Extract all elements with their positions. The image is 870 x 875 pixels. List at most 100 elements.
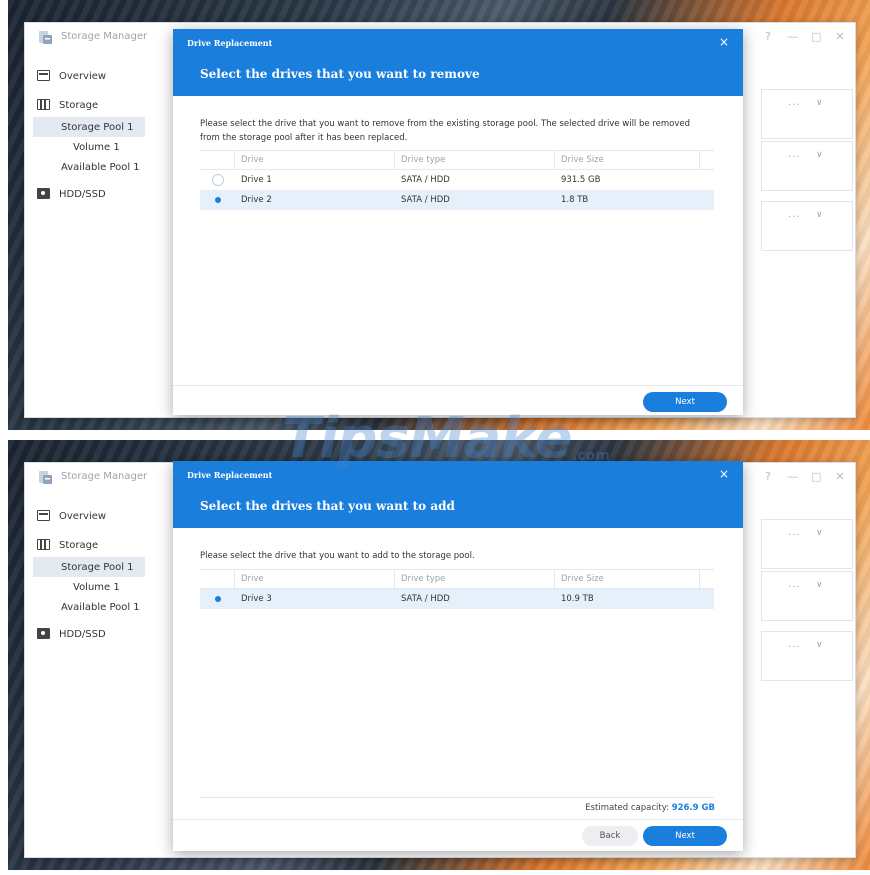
sidebar-item-volume[interactable]: Volume 1 <box>25 577 145 597</box>
pool-card: ··· ∨ <box>761 89 853 139</box>
screenshot-remove-drives: Storage Manager ? — □ ✕ Overview Storage… <box>8 0 870 430</box>
sidebar-item-available-pool[interactable]: Available Pool 1 <box>25 597 145 617</box>
sidebar-item-hdd-ssd[interactable]: HDD/SSD <box>25 182 145 206</box>
chevron-down-icon[interactable]: ∨ <box>816 580 823 590</box>
more-icon[interactable]: ··· <box>788 530 801 541</box>
radio-button-selected[interactable] <box>215 596 221 602</box>
chevron-down-icon[interactable]: ∨ <box>816 210 823 220</box>
drive-table: Drive Drive type Drive Size Drive 3 SATA… <box>200 569 714 609</box>
dialog-title: Drive Replacement <box>187 470 273 480</box>
close-icon[interactable]: ✕ <box>835 470 845 483</box>
drive-name: Drive 3 <box>241 594 272 604</box>
pool-card: ··· ∨ <box>761 571 853 621</box>
chevron-down-icon[interactable]: ∨ <box>816 150 823 160</box>
drive-size: 10.9 TB <box>561 594 594 604</box>
app-title: Storage Manager <box>61 31 148 42</box>
sidebar-item-storage[interactable]: Storage <box>25 93 145 117</box>
column-header-drive-size[interactable]: Drive Size <box>555 570 700 588</box>
drive-table: Drive Drive type Drive Size Drive 1 SATA… <box>200 150 714 210</box>
table-row-selected[interactable]: Drive 3 SATA / HDD 10.9 TB <box>200 589 714 609</box>
capacity-label: Estimated capacity: <box>585 803 669 813</box>
pool-card: ··· ∨ <box>761 519 853 569</box>
hdd-icon <box>37 188 50 199</box>
sidebar-item-label: Storage <box>59 99 99 111</box>
radio-button[interactable] <box>212 174 224 186</box>
sidebar-item-overview[interactable]: Overview <box>25 64 145 88</box>
chevron-down-icon[interactable]: ∨ <box>816 98 823 108</box>
column-header-drive-size[interactable]: Drive Size <box>555 151 700 169</box>
sidebar-item-storage-pool[interactable]: Storage Pool 1 <box>33 117 145 137</box>
close-icon[interactable]: ✕ <box>835 30 845 43</box>
dialog-header: Drive Replacement × Select the drives th… <box>173 29 743 96</box>
drive-type: SATA / HDD <box>401 195 450 205</box>
screenshot-add-drives: Storage Manager ? — □ ✕ Overview Storage… <box>8 440 870 870</box>
sidebar-item-label: Overview <box>59 510 107 522</box>
pool-card: ··· ∨ <box>761 141 853 191</box>
storage-icon <box>37 539 50 550</box>
sidebar-item-label: Available Pool 1 <box>61 601 140 613</box>
table-row-selected[interactable]: Drive 2 SATA / HDD 1.8 TB <box>200 190 714 210</box>
maximize-icon[interactable]: □ <box>811 30 821 43</box>
minimize-icon[interactable]: — <box>787 30 798 43</box>
select-column-header <box>200 151 235 169</box>
help-icon[interactable]: ? <box>763 30 773 43</box>
close-icon[interactable]: × <box>719 467 729 481</box>
dialog-header: Drive Replacement × Select the drives th… <box>173 461 743 528</box>
sidebar-item-label: HDD/SSD <box>59 628 106 640</box>
estimated-capacity: Estimated capacity: 926.9 GB <box>585 803 715 813</box>
table-row[interactable]: Drive 1 SATA / HDD 931.5 GB <box>200 170 714 190</box>
pool-card: ··· ∨ <box>761 631 853 681</box>
drive-name: Drive 1 <box>241 175 272 185</box>
dialog-heading: Select the drives that you want to add <box>200 499 455 513</box>
column-header-drive[interactable]: Drive <box>235 570 395 588</box>
dialog-description: Please select the drive that you want to… <box>200 551 475 561</box>
more-icon[interactable]: ··· <box>788 212 801 223</box>
chevron-down-icon[interactable]: ∨ <box>816 640 823 650</box>
column-header-drive-type[interactable]: Drive type <box>395 570 555 588</box>
select-column-header <box>200 570 235 588</box>
sidebar: Overview Storage Storage Pool 1 Volume 1… <box>25 499 145 646</box>
hdd-icon <box>37 628 50 639</box>
sidebar-item-label: HDD/SSD <box>59 188 106 200</box>
chevron-down-icon[interactable]: ∨ <box>816 528 823 538</box>
column-header-drive-type[interactable]: Drive type <box>395 151 555 169</box>
radio-cell <box>200 170 235 190</box>
drive-type: SATA / HDD <box>401 594 450 604</box>
sidebar-item-overview[interactable]: Overview <box>25 504 145 528</box>
pool-card: ··· ∨ <box>761 201 853 251</box>
more-icon[interactable]: ··· <box>788 152 801 163</box>
dialog-footer: Next <box>173 385 743 415</box>
more-icon[interactable]: ··· <box>788 100 801 111</box>
next-button[interactable]: Next <box>643 826 727 846</box>
dialog-title: Drive Replacement <box>187 38 273 48</box>
overview-icon <box>37 70 50 81</box>
overview-icon <box>37 510 50 521</box>
maximize-icon[interactable]: □ <box>811 470 821 483</box>
sidebar-item-label: Storage Pool 1 <box>61 561 134 573</box>
storage-manager-window: Storage Manager ? — □ ✕ Overview Storage… <box>24 461 856 858</box>
more-icon[interactable]: ··· <box>788 582 801 593</box>
sidebar-item-storage[interactable]: Storage <box>25 533 145 557</box>
sidebar-item-hdd-ssd[interactable]: HDD/SSD <box>25 622 145 646</box>
more-icon[interactable]: ··· <box>788 642 801 653</box>
app-title: Storage Manager <box>61 471 148 482</box>
radio-cell <box>200 589 235 609</box>
back-button[interactable]: Back <box>582 826 638 846</box>
radio-button-selected[interactable] <box>215 197 221 203</box>
capacity-value: 926.9 GB <box>671 803 715 813</box>
next-button[interactable]: Next <box>643 392 727 412</box>
radio-cell <box>200 190 235 210</box>
storage-manager-app-icon <box>39 471 52 484</box>
storage-manager-window: Storage Manager ? — □ ✕ Overview Storage… <box>24 22 856 418</box>
column-header-drive[interactable]: Drive <box>235 151 395 169</box>
sidebar-item-volume[interactable]: Volume 1 <box>25 137 145 157</box>
close-icon[interactable]: × <box>719 35 729 49</box>
drive-replacement-dialog-remove: Drive Replacement × Select the drives th… <box>173 29 743 415</box>
window-controls: ? — □ ✕ <box>763 470 845 483</box>
sidebar-item-storage-pool[interactable]: Storage Pool 1 <box>33 557 145 577</box>
sidebar-item-label: Available Pool 1 <box>61 161 140 173</box>
sidebar-item-available-pool[interactable]: Available Pool 1 <box>25 157 145 177</box>
help-icon[interactable]: ? <box>763 470 773 483</box>
drive-size: 931.5 GB <box>561 175 601 185</box>
minimize-icon[interactable]: — <box>787 470 798 483</box>
